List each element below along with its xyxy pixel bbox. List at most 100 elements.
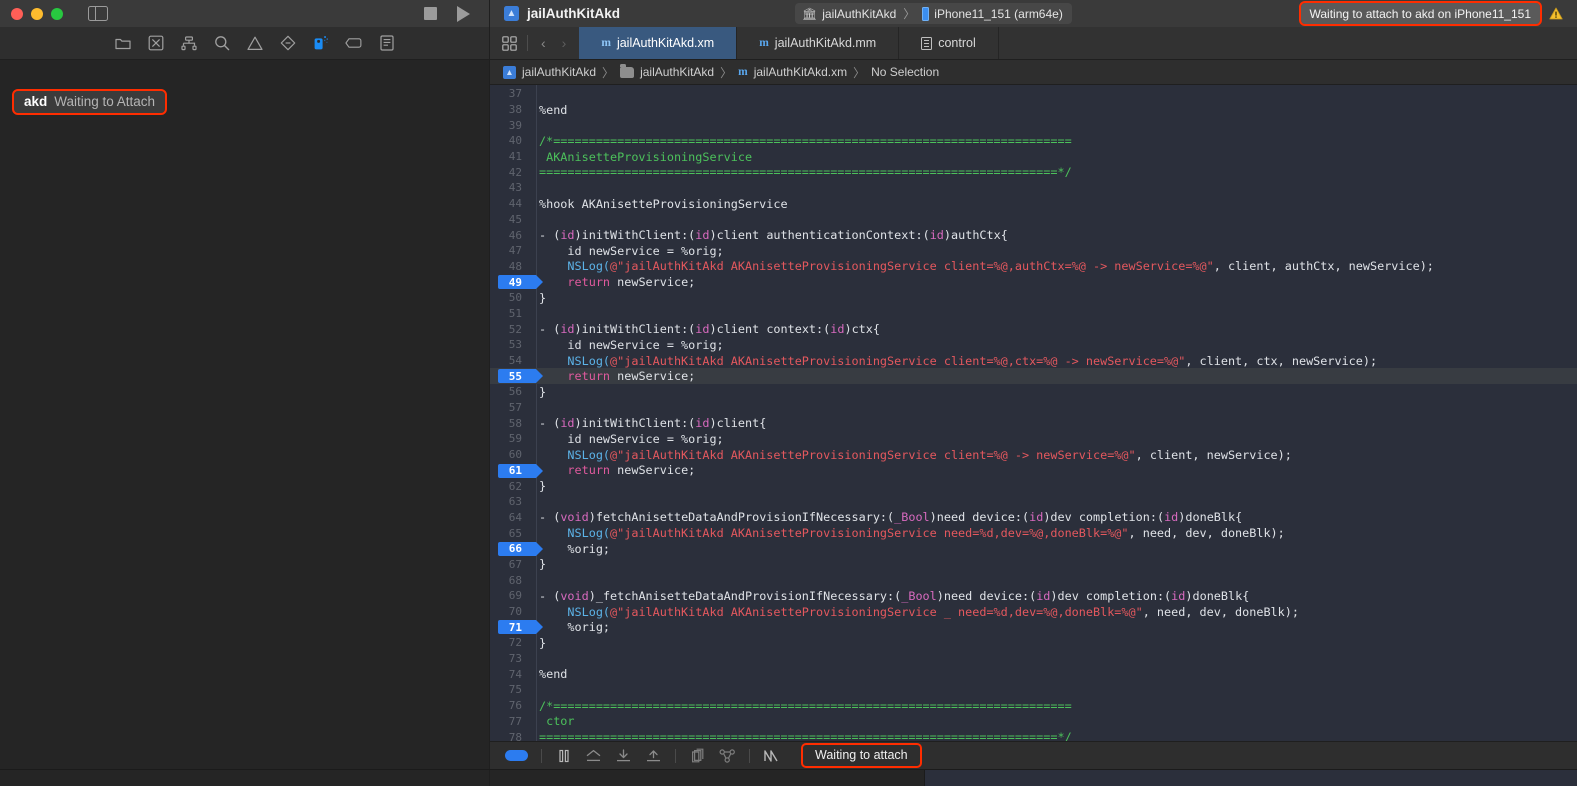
process-state: Waiting to Attach — [54, 94, 156, 109]
code-text: NSLog(@"jailAuthKitAkd AKAnisetteProvisi… — [539, 604, 1299, 619]
breadcrumb-item-selection[interactable]: No Selection — [871, 65, 939, 79]
line-number[interactable]: 71 — [490, 621, 529, 634]
variables-view[interactable] — [490, 770, 925, 786]
line-number[interactable]: 61 — [490, 464, 529, 477]
run-button[interactable] — [457, 5, 470, 22]
code-line: 67} — [490, 557, 1577, 573]
line-number[interactable]: 63 — [490, 495, 529, 508]
code-text: ctor — [539, 714, 575, 729]
simulate-location-icon[interactable] — [763, 747, 780, 764]
line-number[interactable]: 60 — [490, 448, 529, 461]
breadcrumb-item-folder[interactable]: jailAuthKitAkd — [640, 65, 714, 79]
back-chevron-icon[interactable]: ‹ — [538, 35, 549, 51]
toggle-navigator-icon[interactable] — [88, 6, 108, 21]
breadcrumb-item-file[interactable]: jailAuthKitAkd.xm — [754, 65, 847, 79]
scheme-name[interactable]: jailAuthKitAkd — [822, 7, 896, 21]
tab-jailauthkitakd-xm[interactable]: m jailAuthKitAkd.xm — [579, 27, 738, 59]
line-number[interactable]: 78 — [490, 731, 529, 741]
line-number[interactable]: 64 — [490, 511, 529, 524]
source-code-editor[interactable]: 37 38 %end 39 40 /*==========================… — [490, 85, 1577, 741]
breadcrumb-separator-icon: 〉 — [853, 65, 866, 80]
code-line: 48 NSLog(@"jailAuthKitAkd AKAnisetteProv… — [490, 259, 1577, 275]
main-content-area: akd Waiting to Attach 37 38 %end 39 40 /*====… — [0, 85, 1577, 769]
warning-triangle-icon[interactable] — [1549, 7, 1563, 20]
code-line: 52 - (id)initWithClient:(id)client contex… — [490, 321, 1577, 337]
debug-memory-graph-icon[interactable] — [719, 747, 736, 764]
folder-icon[interactable] — [114, 35, 131, 52]
forward-chevron-icon[interactable]: › — [559, 35, 570, 51]
line-number[interactable]: 43 — [490, 181, 529, 194]
process-attach-row[interactable]: akd Waiting to Attach — [11, 89, 168, 115]
line-number[interactable]: 44 — [490, 197, 529, 210]
scheme-destination-selector[interactable]: 🏛 jailAuthKitAkd 〉 iPhone11_151 (arm64e) — [795, 3, 1072, 24]
diamond-icon[interactable] — [279, 35, 296, 52]
console-output-view[interactable] — [925, 770, 1577, 786]
line-number[interactable]: 49 — [490, 276, 529, 289]
line-number[interactable]: 73 — [490, 652, 529, 665]
line-number[interactable]: 45 — [490, 213, 529, 226]
line-number[interactable]: 68 — [490, 574, 529, 587]
code-line: 60 NSLog(@"jailAuthKitAkd AKAnisetteProv… — [490, 447, 1577, 463]
debug-view-hierarchy-icon[interactable] — [689, 747, 706, 764]
line-number[interactable]: 65 — [490, 527, 529, 540]
step-out-icon[interactable] — [645, 747, 662, 764]
search-icon[interactable] — [213, 35, 230, 52]
code-line: 40 /*====================================… — [490, 133, 1577, 149]
breadcrumb-item-project[interactable]: jailAuthKitAkd — [522, 65, 596, 79]
line-number[interactable]: 41 — [490, 150, 529, 163]
line-number[interactable]: 53 — [490, 338, 529, 351]
zoom-window-button[interactable] — [51, 7, 63, 20]
line-number[interactable]: 50 — [490, 291, 529, 304]
line-number[interactable]: 72 — [490, 636, 529, 649]
close-window-button[interactable] — [11, 7, 23, 20]
stop-button[interactable] — [424, 7, 437, 20]
step-into-icon[interactable] — [615, 747, 632, 764]
line-number[interactable]: 57 — [490, 401, 529, 414]
line-number[interactable]: 55 — [490, 370, 529, 383]
line-number[interactable]: 47 — [490, 244, 529, 257]
navigator-selector-bar — [0, 27, 490, 60]
line-number[interactable]: 69 — [490, 589, 529, 602]
debug-gauge-icon[interactable] — [312, 35, 329, 52]
line-number[interactable]: 48 — [490, 260, 529, 273]
line-number[interactable]: 38 — [490, 103, 529, 116]
hide-debug-area-icon[interactable] — [505, 750, 528, 761]
line-number[interactable]: 54 — [490, 354, 529, 367]
report-list-icon[interactable] — [378, 35, 395, 52]
line-number[interactable]: 42 — [490, 166, 529, 179]
tab-jailauthkitakd-mm[interactable]: m jailAuthKitAkd.mm — [737, 27, 900, 59]
line-number[interactable]: 56 — [490, 385, 529, 398]
line-number[interactable]: 62 — [490, 480, 529, 493]
line-number[interactable]: 70 — [490, 605, 529, 618]
iphone-device-icon — [922, 6, 930, 21]
warning-triangle-icon[interactable] — [246, 35, 263, 52]
line-number[interactable]: 66 — [490, 542, 529, 555]
line-number[interactable]: 76 — [490, 699, 529, 712]
line-number[interactable]: 46 — [490, 229, 529, 242]
line-number[interactable]: 59 — [490, 432, 529, 445]
source-control-icon[interactable] — [147, 35, 164, 52]
line-number[interactable]: 51 — [490, 307, 529, 320]
line-number[interactable]: 39 — [490, 119, 529, 132]
process-name: akd — [24, 94, 48, 109]
line-number[interactable]: 67 — [490, 558, 529, 571]
minimize-window-button[interactable] — [31, 7, 43, 20]
code-text: - (void)_fetchAnisetteDataAndProvisionIf… — [539, 588, 1250, 603]
breakpoint-tag-icon[interactable] — [345, 35, 362, 52]
step-over-icon[interactable] — [585, 747, 602, 764]
code-text: return newService; — [567, 369, 696, 384]
line-number[interactable]: 40 — [490, 134, 529, 147]
scheme-bank-icon: 🏛 — [802, 6, 818, 21]
line-number[interactable]: 37 — [490, 87, 529, 100]
line-number[interactable]: 75 — [490, 683, 529, 696]
line-number[interactable]: 74 — [490, 668, 529, 681]
destination-name[interactable]: iPhone11_151 (arm64e) — [934, 7, 1063, 21]
pause-icon[interactable] — [555, 747, 572, 764]
code-line: 62} — [490, 478, 1577, 494]
tab-control[interactable]: control — [899, 27, 999, 59]
hierarchy-icon[interactable] — [180, 35, 197, 52]
line-number[interactable]: 58 — [490, 417, 529, 430]
line-number[interactable]: 77 — [490, 715, 529, 728]
grid-layout-icon[interactable] — [502, 35, 517, 51]
line-number[interactable]: 52 — [490, 323, 529, 336]
